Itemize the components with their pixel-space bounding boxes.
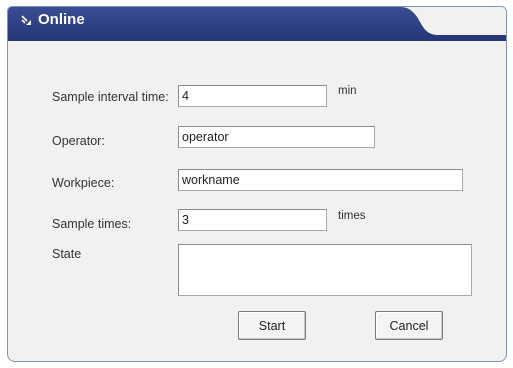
online-dialog: Online Sample interval time: min Operato…	[7, 6, 507, 362]
sample-times-label: Sample times:	[52, 217, 132, 231]
sample-times-input[interactable]	[178, 209, 327, 231]
start-button[interactable]: Start	[238, 311, 306, 340]
state-textarea[interactable]	[178, 244, 472, 296]
workpiece-label: Workpiece:	[52, 176, 115, 190]
window-title: Online	[38, 11, 85, 28]
state-label: State	[52, 247, 82, 261]
sample-interval-unit: min	[338, 85, 357, 97]
sample-times-unit: times	[338, 210, 366, 222]
title-bar: Online	[8, 7, 506, 41]
operator-label: Operator:	[52, 134, 105, 148]
workpiece-input[interactable]	[178, 169, 463, 191]
cancel-button[interactable]: Cancel	[375, 311, 443, 340]
sample-interval-input[interactable]	[178, 85, 327, 107]
double-chevron-icon[interactable]	[18, 12, 36, 30]
operator-input[interactable]	[178, 126, 375, 148]
sample-interval-label: Sample interval time:	[52, 90, 169, 104]
